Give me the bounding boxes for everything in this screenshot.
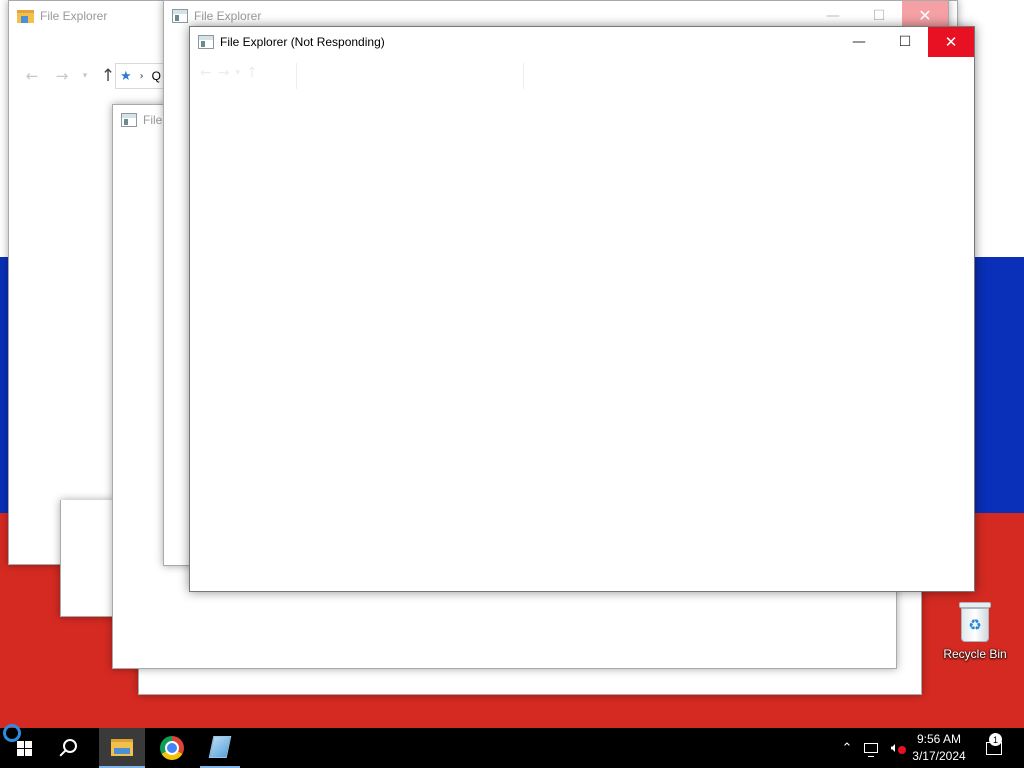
navigation-bar: ← → ▾ ↑ (17, 61, 123, 91)
file-explorer-icon (111, 738, 133, 756)
ghost-divider (296, 63, 297, 89)
recycle-bin-icon: ♻ (958, 602, 992, 642)
file-explorer-window-not-responding[interactable]: File Explorer (Not Responding) — ☐ ✕ ← →… (189, 26, 975, 592)
start-icon (16, 740, 32, 756)
search-icon (63, 739, 77, 753)
quick-access-pin-icon: ★ (120, 68, 132, 84)
show-hidden-icons-chevron-icon[interactable]: ⌃ (838, 728, 856, 768)
clock[interactable]: 9:56 AM 3/17/2024 (904, 728, 974, 768)
forward-arrow-icon[interactable]: → (47, 61, 77, 91)
folder-icon (17, 9, 34, 23)
window-title: File (143, 113, 163, 127)
notepad-icon (208, 736, 232, 758)
window-title: File Explorer (Not Responding) (220, 35, 385, 49)
back-arrow-icon: ← (200, 65, 212, 81)
ghost-navigation-bar: ← → ▾ ↑ (200, 65, 258, 81)
breadcrumb-chevron-icon: › (139, 70, 144, 82)
action-center-button[interactable]: 1 (980, 728, 1008, 768)
taskbar-notepad[interactable] (200, 728, 240, 768)
window-title: File Explorer (40, 9, 108, 23)
address-text: Q (151, 69, 161, 83)
back-arrow-icon[interactable]: ← (17, 61, 47, 91)
chrome-icon (160, 736, 184, 760)
recycle-bin-label: Recycle Bin (943, 647, 1007, 661)
chevron-down-icon: ▾ (235, 68, 240, 78)
taskbar: ⌃ 🔈︎ 9:56 AM 3/17/2024 1 (0, 724, 1024, 768)
close-button[interactable]: ✕ (902, 1, 948, 29)
clock-date: 3/17/2024 (912, 749, 966, 763)
recent-locations-chevron-icon[interactable]: ▾ (77, 61, 93, 91)
volume-muted-icon[interactable]: 🔈︎ (884, 728, 906, 768)
app-window-icon (172, 9, 188, 23)
minimize-button[interactable]: — (836, 27, 882, 57)
app-window-icon (121, 113, 137, 127)
forward-arrow-icon: → (217, 65, 230, 81)
ghost-divider (523, 63, 524, 89)
clock-time: 9:56 AM (916, 732, 962, 746)
desktop: File Explorer ← → ▾ ↑ ★ › Q File File Ex… (0, 0, 1024, 728)
notification-count-badge: 1 (989, 733, 1002, 746)
search-button[interactable] (48, 728, 96, 768)
cortana-icon[interactable] (3, 724, 21, 742)
taskbar-chrome[interactable] (150, 728, 194, 768)
up-arrow-icon: ↑ (246, 65, 258, 81)
start-button[interactable] (0, 724, 48, 768)
taskbar-file-explorer[interactable] (99, 728, 145, 768)
app-window-icon (198, 35, 214, 49)
maximize-button[interactable]: ☐ (882, 27, 928, 57)
network-icon[interactable] (860, 728, 882, 768)
recycle-bin[interactable]: ♻ Recycle Bin (942, 602, 1008, 670)
window-title: File Explorer (194, 9, 262, 23)
close-button[interactable]: ✕ (928, 27, 974, 57)
